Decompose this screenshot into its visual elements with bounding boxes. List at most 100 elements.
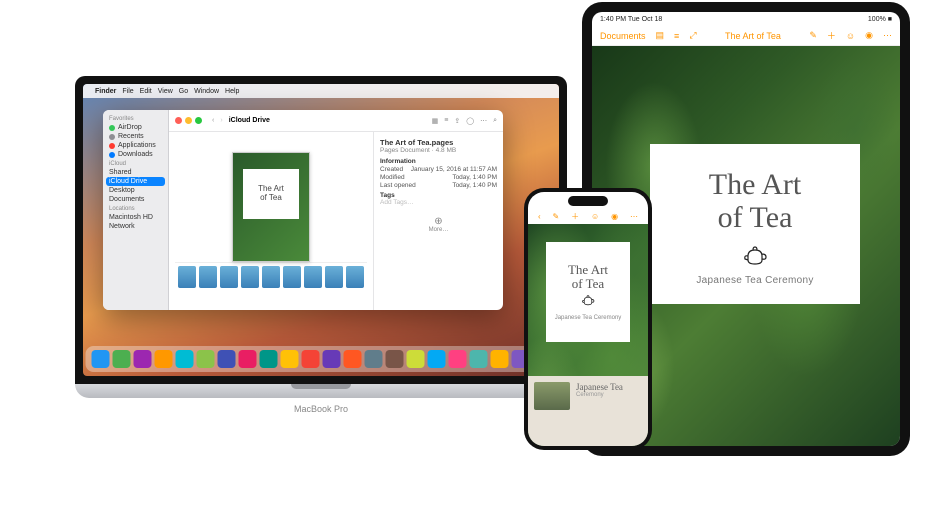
forward-icon[interactable]: › — [220, 117, 222, 124]
view-icon[interactable]: ▦ — [432, 117, 439, 125]
menubar-item[interactable]: Go — [179, 88, 188, 95]
finder-body: The Art of Tea The Art of Tea.pages Page… — [169, 132, 503, 310]
sidebar-item-label: Applications — [118, 142, 156, 149]
macos-dock[interactable] — [86, 346, 557, 372]
minimize-button[interactable] — [185, 117, 192, 124]
sidebar-item-shared[interactable]: Shared — [103, 168, 168, 177]
dock-app-icon[interactable] — [491, 350, 509, 368]
dock-app-icon[interactable] — [281, 350, 299, 368]
back-icon[interactable]: ‹ — [212, 117, 214, 124]
group-icon[interactable]: ≡ — [444, 117, 448, 124]
dock-app-icon[interactable] — [344, 350, 362, 368]
menubar-item[interactable]: Window — [194, 88, 219, 95]
sidebar-item-label: Network — [109, 223, 135, 230]
section-image — [534, 382, 570, 410]
document-subheading: Japanese Tea Ceremony — [555, 315, 622, 321]
title-card[interactable]: The Art of Tea Japanese Tea Ceremony — [546, 242, 630, 342]
sidebar-section-favorites: Favorites — [103, 114, 168, 123]
dock-app-icon[interactable] — [365, 350, 383, 368]
dock-app-icon[interactable] — [260, 350, 278, 368]
finder-window: Favorites AirDrop Recents Applications D… — [103, 110, 503, 310]
dock-app-icon[interactable] — [197, 350, 215, 368]
dock-app-icon[interactable] — [302, 350, 320, 368]
more-icon[interactable]: ⋯ — [883, 30, 892, 41]
collaborate-icon[interactable]: ☺ — [591, 212, 599, 221]
dock-app-icon[interactable] — [113, 350, 131, 368]
documents-back-button[interactable]: Documents — [600, 31, 646, 41]
sidebar-item-recents[interactable]: Recents — [103, 132, 168, 141]
dock-app-icon[interactable] — [428, 350, 446, 368]
dock-app-icon[interactable] — [386, 350, 404, 368]
zoom-icon[interactable]: ⤢ — [689, 30, 696, 41]
dock-app-icon[interactable] — [239, 350, 257, 368]
finder-sidebar: Favorites AirDrop Recents Applications D… — [103, 110, 169, 310]
dock-app-icon[interactable] — [92, 350, 110, 368]
section-two[interactable]: Japanese Tea Ceremony — [528, 376, 648, 446]
more-button[interactable]: ⊕ More… — [380, 216, 497, 233]
dock-app-icon[interactable] — [470, 350, 488, 368]
insert-icon[interactable]: ＋ — [827, 29, 836, 42]
sidebar-item-label: AirDrop — [118, 124, 142, 131]
back-icon[interactable]: ‹ — [538, 212, 541, 221]
sidebar-item-airdrop[interactable]: AirDrop — [103, 123, 168, 132]
status-battery: 100% ■ — [868, 16, 892, 23]
window-controls[interactable] — [175, 117, 202, 124]
sidebar-item-label: Downloads — [118, 151, 153, 158]
sidebar-item-documents[interactable]: Documents — [103, 195, 168, 204]
close-button[interactable] — [175, 117, 182, 124]
more-icon[interactable]: ⋯ — [630, 212, 638, 221]
sidebar-item-label: Desktop — [109, 187, 135, 194]
format-icon[interactable]: ◉ — [611, 212, 618, 221]
dock-app-icon[interactable] — [176, 350, 194, 368]
menubar-app-name[interactable]: Finder — [95, 88, 116, 95]
collaborate-icon[interactable]: ☺ — [846, 31, 855, 41]
sidebar-item-label: Documents — [109, 196, 144, 203]
sidebar-item-applications[interactable]: Applications — [103, 141, 168, 150]
pages-toolbar: ‹ ✎ ＋ ☺ ◉ ⋯ — [528, 208, 648, 224]
document-canvas[interactable]: The Art of Tea Japanese Tea Ceremony Jap… — [528, 224, 648, 446]
document-title[interactable]: The Art of Tea — [725, 31, 781, 41]
insert-icon[interactable]: ＋ — [571, 211, 579, 222]
dock-app-icon[interactable] — [218, 350, 236, 368]
dock-app-icon[interactable] — [134, 350, 152, 368]
document-heading: The Art of Tea — [568, 263, 608, 292]
view-icon[interactable]: ≡ — [674, 31, 679, 41]
finder-title: iCloud Drive — [229, 117, 270, 124]
document-subheading: Japanese Tea Ceremony — [670, 275, 840, 286]
document-heading: The Art of Tea — [670, 168, 840, 234]
tag-icon[interactable]: ◯ — [466, 117, 474, 125]
title-card[interactable]: The Art of Tea Japanese Tea Ceremony — [650, 144, 860, 304]
gallery-thumbnails[interactable] — [175, 262, 367, 290]
menubar-item[interactable]: File — [122, 88, 133, 95]
brush-icon[interactable]: ✎ — [809, 30, 817, 41]
dock-app-icon[interactable] — [449, 350, 467, 368]
brush-icon[interactable]: ✎ — [553, 212, 560, 221]
search-icon[interactable]: ⌕ — [493, 117, 497, 125]
sidebar-item-icloud-drive[interactable]: iCloud Drive — [106, 177, 165, 186]
sidebar-icon[interactable]: ▤ — [656, 30, 665, 41]
mac-notch — [291, 76, 351, 84]
menubar-item[interactable]: View — [158, 88, 173, 95]
dock-app-icon[interactable] — [323, 350, 341, 368]
info-row: CreatedJanuary 15, 2016 at 11:57 AM — [380, 166, 497, 173]
menubar-item[interactable]: Help — [225, 88, 239, 95]
sidebar-item-label: Recents — [118, 133, 144, 140]
sidebar-item-desktop[interactable]: Desktop — [103, 186, 168, 195]
macos-desktop: Finder File Edit View Go Window Help Fav… — [83, 84, 559, 376]
iphone-screen: ‹ ✎ ＋ ☺ ◉ ⋯ The Art of Tea Japanese Tea … — [528, 192, 648, 446]
share-icon[interactable]: ⇪ — [454, 117, 460, 125]
fullscreen-button[interactable] — [195, 117, 202, 124]
document-thumbnail[interactable]: The Art of Tea — [232, 152, 310, 262]
action-icon[interactable]: ⋯ — [480, 117, 487, 125]
macos-menubar[interactable]: Finder File Edit View Go Window Help — [83, 84, 559, 98]
menubar-item[interactable]: Edit — [140, 88, 152, 95]
tags-input[interactable]: Add Tags… — [380, 199, 497, 206]
sidebar-item-network[interactable]: Network — [103, 222, 168, 231]
sidebar-item-downloads[interactable]: Downloads — [103, 150, 168, 159]
sidebar-item-macintosh-hd[interactable]: Macintosh HD — [103, 213, 168, 222]
sidebar-item-label: Macintosh HD — [109, 214, 153, 221]
dock-app-icon[interactable] — [155, 350, 173, 368]
dock-app-icon[interactable] — [407, 350, 425, 368]
format-icon[interactable]: ◉ — [865, 30, 873, 41]
teapot-icon — [581, 295, 595, 309]
